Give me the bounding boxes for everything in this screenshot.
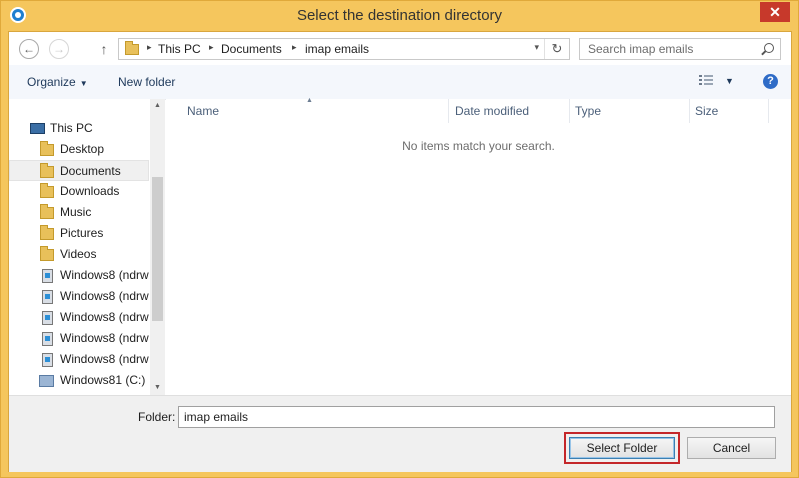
- network-drive-icon: [42, 311, 53, 325]
- tree-item-label: Pictures: [60, 226, 104, 240]
- folder-label: Folder:: [138, 410, 176, 424]
- tree-item-label: Documents: [60, 164, 121, 178]
- network-drive-icon: [42, 332, 53, 346]
- tree-item-network-drive[interactable]: Windows8 (ndrw: [9, 349, 149, 370]
- tree-item-label: Windows8 (ndrw: [60, 289, 149, 303]
- search-input[interactable]: Search imap emails: [579, 38, 781, 60]
- dialog-client: ← → ↑ ▸ This PC ▸ Documents ▸ imap email…: [8, 31, 792, 472]
- column-header-size[interactable]: Size: [689, 99, 769, 123]
- tree-item-this-pc[interactable]: This PC: [9, 118, 149, 139]
- tree-item-pictures[interactable]: Pictures: [9, 223, 149, 244]
- file-list-pane: ▲ Name Date modified Type Size No items …: [166, 97, 791, 395]
- address-bar[interactable]: ▸ This PC ▸ Documents ▸ imap emails ▾ ↻: [118, 38, 570, 60]
- network-drive-icon: [42, 269, 53, 283]
- tree-item-label: Music: [60, 205, 92, 219]
- dialog-title: Select the destination directory: [296, 7, 503, 24]
- empty-folder-message: No items match your search.: [402, 139, 555, 153]
- folder-icon: [40, 163, 54, 178]
- folder-icon: [40, 183, 54, 198]
- chevron-down-icon: ▼: [79, 79, 88, 88]
- tree-item-network-drive[interactable]: Windows8 (ndrw: [9, 286, 149, 307]
- folder-icon: [40, 204, 54, 219]
- title-bar[interactable]: Select the destination directory ✕: [1, 1, 798, 31]
- cancel-button[interactable]: Cancel: [687, 437, 776, 459]
- tree-item-videos[interactable]: Videos: [9, 244, 149, 265]
- address-dropdown-icon[interactable]: ▾: [534, 42, 539, 53]
- scroll-down-icon[interactable]: ▼: [150, 381, 165, 395]
- pc-icon: [30, 123, 45, 134]
- scrollbar-thumb[interactable]: [152, 177, 163, 321]
- breadcrumb-separator[interactable]: ▸: [209, 42, 214, 53]
- dialog-window: Select the destination directory ✕ ← → ↑…: [0, 0, 799, 478]
- breadcrumb-this-pc[interactable]: This PC: [158, 42, 201, 56]
- organize-label: Organize: [27, 75, 76, 89]
- tree-item-network-drive[interactable]: Windows8 (ndrw: [9, 307, 149, 328]
- tree-item-network-drive[interactable]: Windows8 (ndrw: [9, 328, 149, 349]
- tree-item-network-drive[interactable]: Windows8 (ndrw: [9, 265, 149, 286]
- tree-item-label: Windows8 (ndrw: [60, 331, 149, 345]
- tree-item-downloads[interactable]: Downloads: [9, 181, 149, 202]
- scroll-up-icon[interactable]: ▲: [150, 99, 165, 113]
- folder-icon: [40, 225, 54, 240]
- command-toolbar: Organize ▼ New folder ▼ ?: [9, 65, 791, 100]
- column-header-date-modified[interactable]: Date modified: [449, 99, 570, 123]
- windows-drive-icon: [39, 375, 54, 387]
- select-folder-button[interactable]: Select Folder: [569, 437, 675, 459]
- network-drive-icon: [42, 353, 53, 367]
- navigation-scrollbar[interactable]: ▲ ▼: [150, 99, 165, 395]
- navigation-row: ← → ↑ ▸ This PC ▸ Documents ▸ imap email…: [9, 32, 791, 65]
- folder-icon: [40, 246, 54, 261]
- navigation-pane: This PC Desktop Documents Downloads Musi…: [9, 99, 165, 395]
- tree-item-label: Windows81 (C:): [60, 373, 146, 387]
- tree-item-label: Windows8 (ndrw: [60, 268, 149, 282]
- organize-menu[interactable]: Organize ▼: [27, 75, 88, 89]
- breadcrumb-separator[interactable]: ▸: [147, 42, 152, 53]
- tree-item-label: Windows8 (ndrw: [60, 310, 149, 324]
- help-icon[interactable]: ?: [763, 74, 778, 89]
- new-folder-button[interactable]: New folder: [118, 75, 175, 89]
- view-options-icon[interactable]: [699, 75, 713, 87]
- tree-item-documents[interactable]: Documents: [9, 160, 149, 181]
- column-header-name[interactable]: Name: [181, 99, 449, 123]
- search-icon[interactable]: [764, 43, 774, 53]
- breadcrumb-documents[interactable]: Documents: [221, 42, 282, 56]
- chevron-down-icon[interactable]: ▼: [725, 76, 734, 86]
- up-button[interactable]: ↑: [97, 40, 111, 58]
- search-placeholder: Search imap emails: [588, 42, 694, 56]
- folder-name-input[interactable]: [178, 406, 775, 428]
- tree-item-label: Downloads: [60, 184, 120, 198]
- tree-item-label: This PC: [50, 121, 93, 135]
- tree-item-desktop[interactable]: Desktop: [9, 139, 149, 160]
- forward-button[interactable]: →: [49, 39, 69, 59]
- back-button[interactable]: ←: [19, 39, 39, 59]
- dialog-footer: Folder: Select Folder Cancel: [9, 395, 791, 472]
- tree-item-music[interactable]: Music: [9, 202, 149, 223]
- close-button[interactable]: ✕: [760, 2, 790, 22]
- breadcrumb-imap-emails[interactable]: imap emails: [305, 42, 369, 56]
- tree-item-local-drive[interactable]: Windows81 (C:): [9, 370, 149, 391]
- breadcrumb-separator[interactable]: ▸: [292, 42, 297, 53]
- tree-item-label: Desktop: [60, 142, 105, 156]
- folder-icon: [40, 141, 54, 156]
- column-header-type[interactable]: Type: [569, 99, 690, 123]
- folder-icon: [125, 41, 139, 55]
- tree-item-label: Windows8 (ndrw: [60, 352, 149, 366]
- network-drive-icon: [42, 290, 53, 304]
- refresh-icon[interactable]: ↻: [544, 39, 569, 59]
- tree-item-label: Videos: [60, 247, 97, 261]
